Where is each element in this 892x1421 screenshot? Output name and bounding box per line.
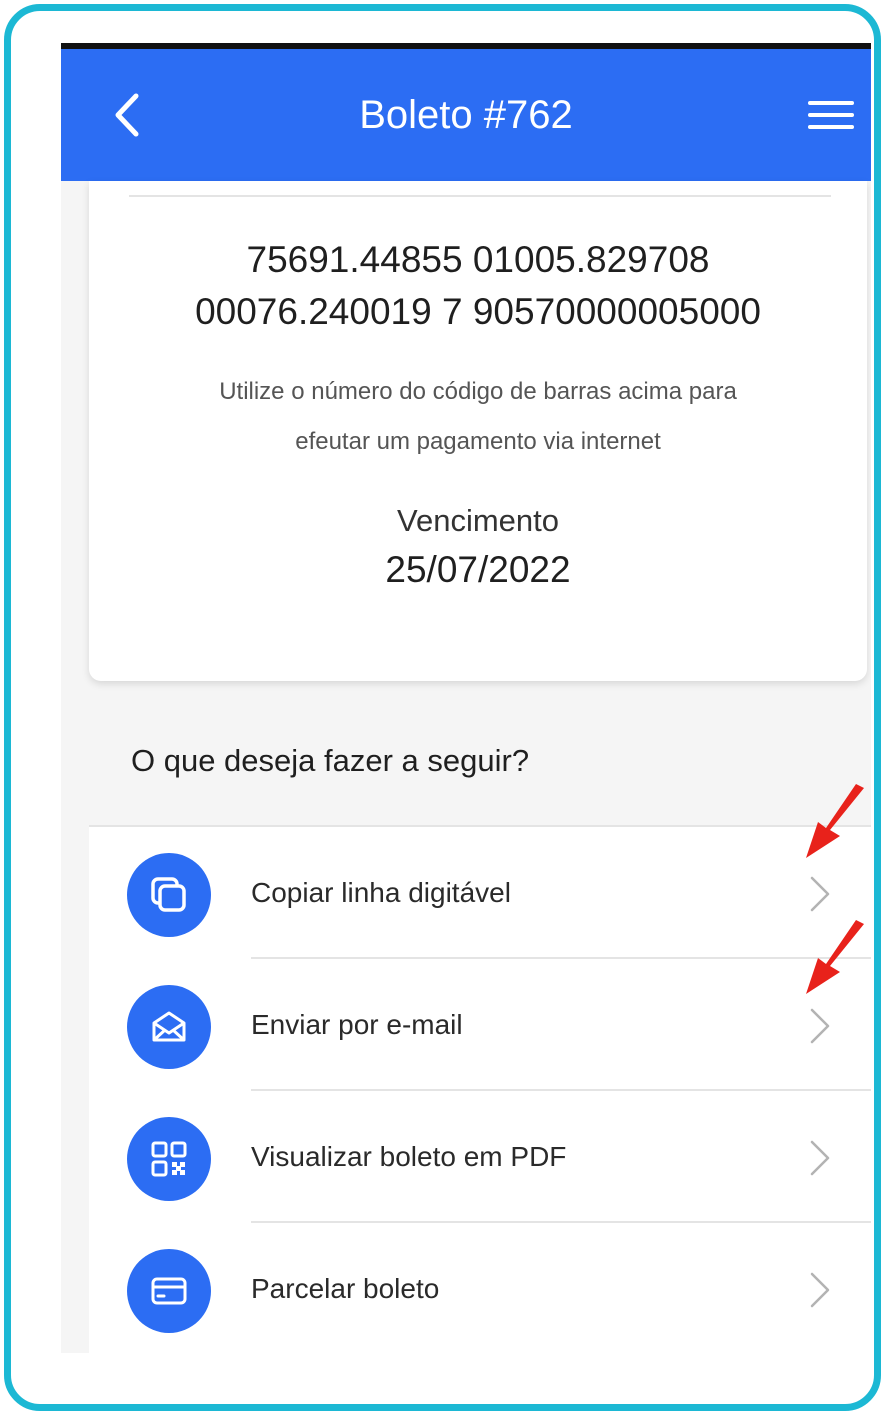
barcode-line-2: 00076.240019 7 90570000005000 [195, 291, 761, 332]
due-date: 25/07/2022 [385, 549, 571, 590]
action-label: Parcelar boleto [251, 1273, 440, 1304]
app-bar: Boleto #762 [61, 49, 871, 181]
due-label: Vencimento [397, 503, 559, 538]
action-view-pdf[interactable]: Visualizar boleto em PDF [89, 1091, 871, 1223]
chevron-right-icon [810, 876, 830, 912]
copy-icon [127, 853, 211, 937]
barcode-hint-line-1: Utilize o número do código de barras aci… [219, 378, 737, 405]
barcode-line-1: 75691.44855 01005.829708 [246, 239, 710, 280]
action-label: Visualizar boleto em PDF [251, 1141, 567, 1172]
annotation-arrow-icon [806, 784, 864, 858]
chevron-right-icon [810, 1272, 830, 1308]
boleto-card: 75691.44855 01005.829708 00076.240019 7 … [89, 181, 867, 681]
action-label: Copiar linha digitável [251, 877, 511, 908]
hamburger-menu-icon [808, 101, 854, 129]
chevron-right-icon [810, 1008, 830, 1044]
envelope-icon [127, 985, 211, 1069]
annotation-arrow-icon [806, 920, 864, 994]
actions-title: O que deseja fazer a seguir? [131, 743, 530, 778]
card-icon [127, 1249, 211, 1333]
phone-screen: Boleto #762 75691.44855 01005.829708 000… [61, 43, 871, 1353]
action-send-email[interactable]: Enviar por e-mail [89, 959, 871, 1091]
page-title: Boleto #762 [359, 93, 573, 137]
screenshot-frame: Boleto #762 75691.44855 01005.829708 000… [4, 4, 881, 1411]
card-divider [129, 195, 831, 197]
menu-button[interactable] [807, 95, 855, 135]
action-installments[interactable]: Parcelar boleto [89, 1223, 871, 1353]
actions-list: Copiar linha digitável Enviar por e-mail [89, 825, 871, 1353]
action-label: Enviar por e-mail [251, 1009, 463, 1040]
barcode-hint-line-2: efeutar um pagamento via internet [295, 428, 661, 455]
qr-code-icon [127, 1117, 211, 1201]
action-copy-line[interactable]: Copiar linha digitável [89, 827, 871, 959]
chevron-right-icon [810, 1140, 830, 1176]
